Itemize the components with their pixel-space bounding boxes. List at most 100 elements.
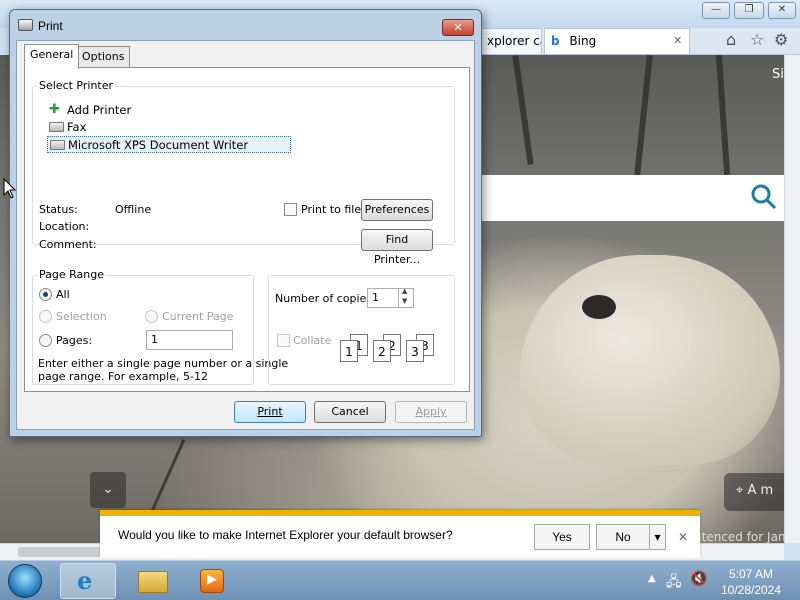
collate-page-front: 2	[373, 340, 391, 362]
apply-button-label: Apply	[415, 405, 447, 418]
file-explorer-icon[interactable]	[128, 563, 184, 599]
taskbar: e ▶ ▲ 🖧 🔇 5:07 AM 10/28/2024	[0, 560, 800, 600]
notification-close-icon[interactable]: ✕	[678, 530, 688, 544]
caption-text[interactable]: ntenced for Jan	[694, 530, 784, 543]
close-tab-icon[interactable]: ✕	[673, 29, 682, 53]
scroll-down-button[interactable]: ⌄	[90, 472, 126, 508]
volume-muted-icon[interactable]: 🔇	[690, 571, 707, 587]
media-player-icon[interactable]: ▶	[188, 563, 244, 599]
tree-trunk	[512, 55, 534, 165]
clock-time[interactable]: 5:07 AM	[716, 567, 786, 581]
print-dialog-titlebar[interactable]: Print ✕	[10, 10, 481, 40]
yes-button[interactable]: Yes	[534, 524, 590, 550]
no-dropdown-button[interactable]: ▾	[649, 524, 666, 550]
printer-item-fax[interactable]: Fax	[47, 119, 86, 136]
print-button[interactable]: Print	[234, 401, 306, 423]
minimize-button[interactable]: —	[702, 2, 730, 19]
print-dialog-body: General Options Select Printer ✚ Add Pri…	[16, 40, 475, 430]
page-range-legend: Page Range	[37, 268, 106, 281]
show-hidden-icons-icon[interactable]: ▲	[648, 573, 656, 584]
number-of-copies-label: Number of copies:	[275, 292, 376, 305]
selection-label[interactable]: Selection	[56, 310, 107, 323]
print-button-label: Print	[257, 405, 283, 418]
clock-date[interactable]: 10/28/2024	[712, 583, 790, 597]
page-range-help-line-1: Enter either a single page number or a s…	[38, 357, 289, 370]
printer-list[interactable]: ✚ Add Printer Fax Microsoft XPS Document…	[35, 98, 451, 178]
collate-illustration: 1 1 2 2 3 3	[337, 330, 437, 364]
printer-name: Microsoft XPS Document Writer	[68, 138, 249, 152]
collate-checkbox[interactable]	[277, 334, 290, 347]
spin-up-icon[interactable]: ▲	[402, 287, 407, 295]
horizontal-scroll-thumb[interactable]	[18, 547, 102, 557]
general-tab-panel: Select Printer ✚ Add Printer Fax Microso…	[24, 67, 470, 392]
ie-tabbar: xplorer ca... b Bing ✕ ⌂ ☆ ⚙	[480, 28, 800, 55]
printer-item-xps-writer[interactable]: Microsoft XPS Document Writer	[47, 136, 291, 153]
tab-general[interactable]: General	[24, 44, 80, 69]
gear-icon[interactable]: ⚙	[774, 30, 788, 49]
pages-input[interactable]: 1	[146, 330, 233, 350]
tab-internet-explorer[interactable]: xplorer ca...	[480, 28, 542, 54]
tab-bing[interactable]: b Bing ✕	[544, 28, 690, 54]
print-to-file-checkbox[interactable]	[284, 203, 297, 216]
print-to-file-label[interactable]: Print to file	[301, 203, 361, 216]
fax-icon	[49, 122, 64, 132]
tab-options[interactable]: Options	[76, 46, 131, 68]
copies-spinner[interactable]: ▲ ▼	[398, 287, 413, 307]
close-window-button[interactable]: ✕	[768, 2, 796, 19]
tree-trunk	[633, 55, 653, 185]
default-browser-notification: Would you like to make Internet Explorer…	[100, 510, 700, 558]
internet-explorer-icon[interactable]: e	[60, 563, 116, 599]
select-printer-legend: Select Printer	[37, 79, 116, 92]
selection-radio[interactable]	[39, 310, 52, 323]
bing-icon: b	[551, 34, 560, 48]
location-pin-icon: ⌖	[736, 483, 748, 498]
collate-page-front: 3	[406, 340, 424, 362]
tab-label: Bing	[569, 34, 597, 48]
current-page-radio[interactable]	[145, 310, 158, 323]
location-label: Location:	[39, 220, 90, 233]
spin-down-icon[interactable]: ▼	[402, 297, 407, 305]
location-text: A m	[747, 483, 774, 498]
pages-label[interactable]: Pages:	[56, 334, 92, 347]
status-value: Offline	[115, 203, 152, 216]
collate-page-front: 1	[340, 340, 358, 362]
restore-button[interactable]: ❐	[734, 2, 764, 19]
all-pages-label[interactable]: All	[56, 288, 70, 301]
xps-printer-icon	[50, 140, 65, 150]
vertical-scrollbar[interactable]	[784, 55, 800, 543]
notification-message: Would you like to make Internet Explorer…	[118, 528, 453, 542]
all-pages-radio[interactable]	[39, 288, 52, 301]
network-icon[interactable]: 🖧	[666, 571, 682, 595]
find-printer-button[interactable]: Find Printer...	[361, 229, 433, 266]
apply-button[interactable]: Apply	[395, 401, 467, 423]
polar-bear	[520, 255, 780, 465]
search-box[interactable]	[482, 175, 784, 221]
close-dialog-button[interactable]: ✕	[442, 19, 474, 36]
printer-name: Add Printer	[67, 103, 132, 117]
printer-item-add-printer[interactable]: ✚ Add Printer	[47, 102, 131, 119]
comment-label: Comment:	[39, 238, 97, 251]
printer-name: Fax	[67, 120, 87, 134]
polar-bear-nose	[582, 295, 616, 319]
current-page-label[interactable]: Current Page	[162, 310, 233, 323]
tab-label: xplorer ca...	[487, 34, 541, 48]
dialog-title: Print	[38, 19, 63, 33]
no-button[interactable]: No	[596, 524, 650, 550]
cancel-button[interactable]: Cancel	[314, 401, 386, 423]
pages-radio[interactable]	[39, 334, 52, 347]
print-dialog: Print ✕ General Options Select Printer ✚…	[9, 9, 482, 437]
status-label: Status:	[39, 203, 78, 216]
start-button[interactable]	[8, 564, 42, 598]
mouse-cursor-icon	[3, 178, 17, 199]
page-range-help-line-2: page range. For example, 5-12	[38, 370, 208, 383]
home-icon[interactable]: ⌂	[726, 30, 736, 49]
printer-icon	[18, 19, 33, 31]
sign-in-text[interactable]: Si	[772, 67, 784, 82]
location-badge[interactable]: ⌖ A m	[724, 473, 784, 511]
collate-label[interactable]: Collate	[293, 334, 331, 347]
tree-trunk	[715, 55, 731, 176]
star-icon[interactable]: ☆	[750, 30, 764, 49]
preferences-button[interactable]: Preferences	[361, 199, 433, 221]
add-printer-icon: ✚	[49, 102, 60, 117]
search-icon[interactable]	[750, 183, 778, 211]
